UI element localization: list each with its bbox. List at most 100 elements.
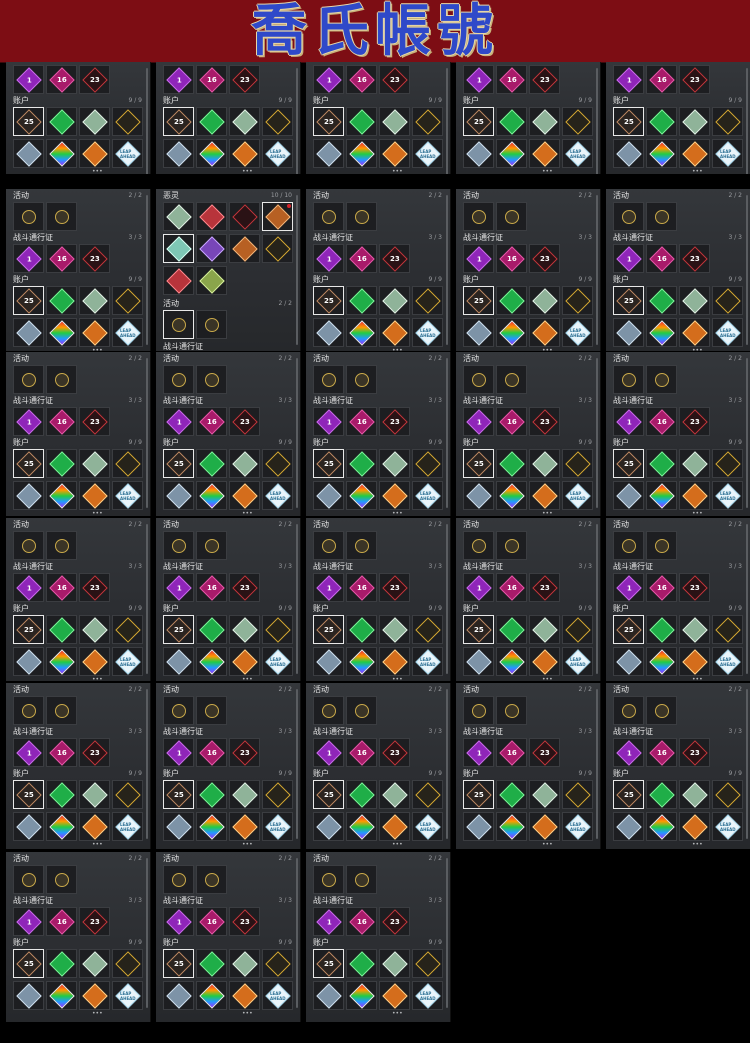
badge-tile[interactable]: 1 bbox=[313, 738, 344, 767]
badge-tile[interactable] bbox=[412, 107, 443, 136]
badge-tile[interactable] bbox=[346, 865, 377, 894]
badge-tile[interactable]: 16 bbox=[496, 65, 527, 94]
badge-tile[interactable] bbox=[529, 481, 560, 510]
badge-tile[interactable] bbox=[463, 202, 494, 231]
badge-tile[interactable]: 1 bbox=[163, 65, 194, 94]
badge-tile[interactable] bbox=[646, 286, 677, 315]
badge-tile[interactable] bbox=[13, 318, 44, 347]
badge-tile[interactable]: 1 bbox=[163, 407, 194, 436]
badge-tile[interactable] bbox=[229, 481, 260, 510]
badge-tile[interactable] bbox=[496, 318, 527, 347]
badge-tile[interactable] bbox=[196, 365, 227, 394]
badge-tile[interactable] bbox=[679, 318, 710, 347]
badge-tile[interactable] bbox=[346, 365, 377, 394]
badge-tile[interactable] bbox=[529, 139, 560, 168]
badge-tile[interactable]: 25 bbox=[613, 286, 644, 315]
badge-tile[interactable] bbox=[79, 449, 110, 478]
badge-tile[interactable] bbox=[346, 202, 377, 231]
badge-tile[interactable]: LEAP AHEAD bbox=[112, 981, 143, 1010]
badge-tile[interactable]: LEAP AHEAD bbox=[262, 481, 293, 510]
badge-tile[interactable] bbox=[262, 615, 293, 644]
badge-tile[interactable]: 25 bbox=[613, 780, 644, 809]
badge-tile[interactable]: 16 bbox=[46, 573, 77, 602]
badge-tile[interactable]: LEAP AHEAD bbox=[562, 812, 593, 841]
badge-tile[interactable]: LEAP AHEAD bbox=[262, 981, 293, 1010]
badge-tile[interactable] bbox=[112, 449, 143, 478]
badge-tile[interactable] bbox=[313, 865, 344, 894]
badge-tile[interactable] bbox=[313, 531, 344, 560]
badge-tile[interactable] bbox=[163, 310, 194, 339]
badge-tile[interactable] bbox=[712, 107, 743, 136]
badge-tile[interactable]: 25 bbox=[13, 449, 44, 478]
badge-tile[interactable] bbox=[313, 202, 344, 231]
badge-tile[interactable] bbox=[496, 286, 527, 315]
badge-tile[interactable] bbox=[346, 481, 377, 510]
badge-tile[interactable]: 16 bbox=[46, 738, 77, 767]
badge-tile[interactable]: 23 bbox=[529, 573, 560, 602]
badge-tile[interactable] bbox=[463, 531, 494, 560]
badge-tile[interactable]: 23 bbox=[229, 573, 260, 602]
badge-tile[interactable]: 1 bbox=[13, 738, 44, 767]
badge-tile[interactable] bbox=[346, 812, 377, 841]
badge-tile[interactable]: 23 bbox=[79, 65, 110, 94]
badge-tile[interactable] bbox=[229, 812, 260, 841]
badge-tile[interactable]: 1 bbox=[613, 738, 644, 767]
badge-tile[interactable]: LEAP AHEAD bbox=[112, 139, 143, 168]
badge-tile[interactable] bbox=[463, 139, 494, 168]
badge-tile[interactable] bbox=[196, 234, 227, 263]
badge-tile[interactable] bbox=[79, 107, 110, 136]
badge-tile[interactable]: 23 bbox=[379, 573, 410, 602]
badge-tile[interactable] bbox=[112, 949, 143, 978]
badge-tile[interactable] bbox=[646, 531, 677, 560]
badge-tile[interactable] bbox=[613, 202, 644, 231]
badge-tile[interactable] bbox=[562, 449, 593, 478]
badge-tile[interactable] bbox=[496, 780, 527, 809]
badge-tile[interactable]: LEAP AHEAD bbox=[262, 647, 293, 676]
badge-tile[interactable] bbox=[196, 531, 227, 560]
badge-tile[interactable]: 23 bbox=[229, 907, 260, 936]
badge-tile[interactable] bbox=[496, 615, 527, 644]
badge-tile[interactable]: 23 bbox=[679, 65, 710, 94]
badge-tile[interactable] bbox=[163, 696, 194, 725]
badge-tile[interactable] bbox=[463, 365, 494, 394]
badge-tile[interactable]: 16 bbox=[496, 738, 527, 767]
badge-tile[interactable]: 1 bbox=[13, 907, 44, 936]
badge-tile[interactable] bbox=[262, 449, 293, 478]
badge-tile[interactable] bbox=[196, 107, 227, 136]
badge-tile[interactable]: 25 bbox=[313, 449, 344, 478]
badge-tile[interactable]: 25 bbox=[313, 780, 344, 809]
badge-tile[interactable]: 25 bbox=[613, 107, 644, 136]
badge-tile[interactable]: 25 bbox=[163, 615, 194, 644]
badge-tile[interactable] bbox=[379, 481, 410, 510]
badge-tile[interactable] bbox=[529, 286, 560, 315]
badge-tile[interactable] bbox=[562, 286, 593, 315]
badge-tile[interactable] bbox=[679, 139, 710, 168]
badge-tile[interactable] bbox=[46, 139, 77, 168]
badge-tile[interactable]: 1 bbox=[163, 738, 194, 767]
badge-tile[interactable] bbox=[196, 981, 227, 1010]
badge-tile[interactable] bbox=[46, 531, 77, 560]
badge-tile[interactable] bbox=[262, 780, 293, 809]
badge-tile[interactable]: 23 bbox=[79, 738, 110, 767]
badge-tile[interactable] bbox=[646, 107, 677, 136]
badge-tile[interactable] bbox=[496, 139, 527, 168]
badge-tile[interactable] bbox=[679, 647, 710, 676]
badge-tile[interactable]: LEAP AHEAD bbox=[112, 481, 143, 510]
badge-tile[interactable] bbox=[613, 696, 644, 725]
badge-tile[interactable] bbox=[79, 812, 110, 841]
badge-tile[interactable] bbox=[412, 449, 443, 478]
badge-tile[interactable]: 23 bbox=[379, 244, 410, 273]
badge-tile[interactable] bbox=[229, 615, 260, 644]
badge-tile[interactable] bbox=[346, 780, 377, 809]
badge-tile[interactable]: 16 bbox=[346, 573, 377, 602]
badge-tile[interactable]: LEAP AHEAD bbox=[412, 647, 443, 676]
badge-tile[interactable] bbox=[679, 615, 710, 644]
badge-tile[interactable]: 1 bbox=[463, 738, 494, 767]
badge-tile[interactable]: 1 bbox=[613, 573, 644, 602]
badge-tile[interactable] bbox=[679, 286, 710, 315]
badge-tile[interactable] bbox=[463, 696, 494, 725]
badge-tile[interactable] bbox=[412, 286, 443, 315]
badge-tile[interactable] bbox=[79, 780, 110, 809]
badge-tile[interactable] bbox=[463, 647, 494, 676]
badge-tile[interactable]: 25 bbox=[463, 449, 494, 478]
